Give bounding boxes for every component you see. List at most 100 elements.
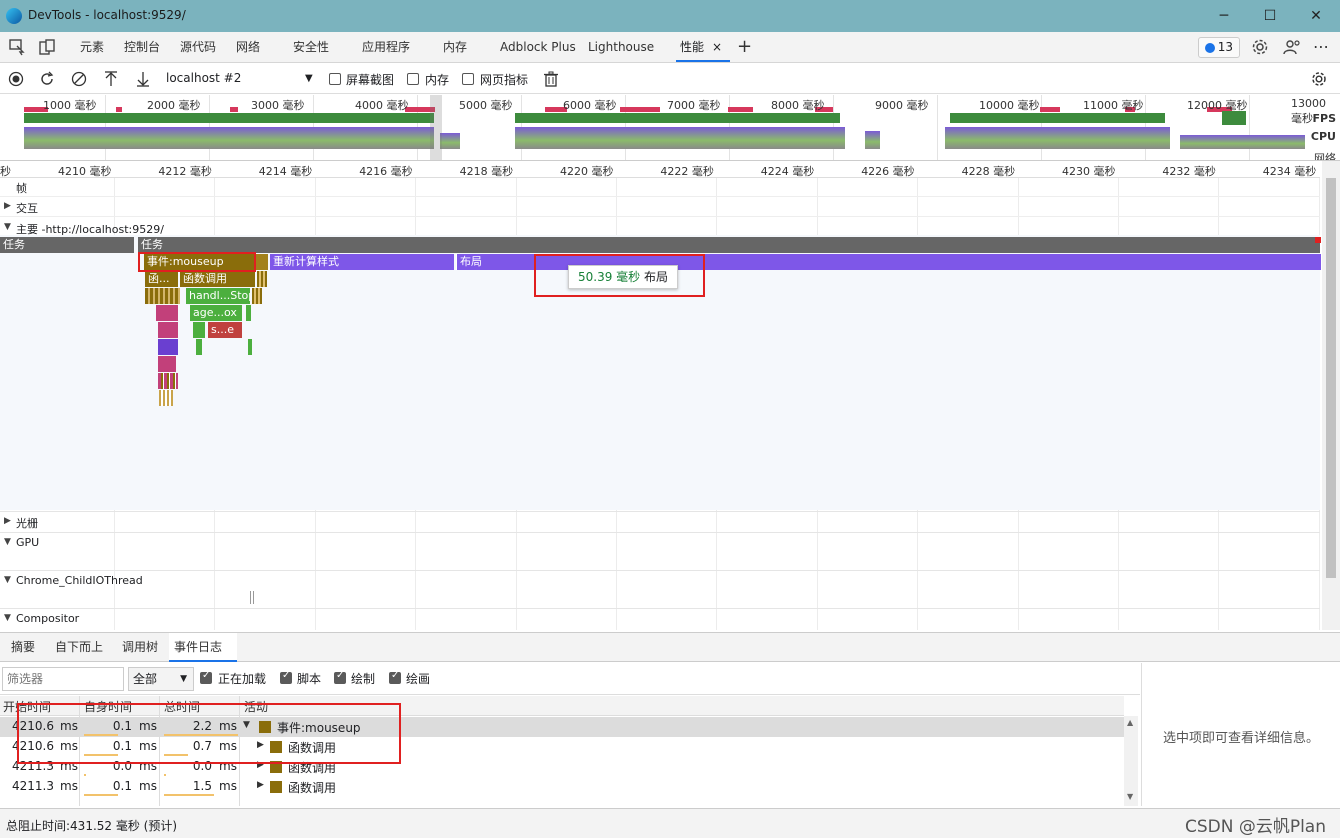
fps-track bbox=[515, 113, 840, 123]
inspect-element-icon[interactable] bbox=[8, 38, 26, 56]
scripting-checkbox[interactable] bbox=[280, 670, 292, 684]
task-block[interactable]: 任务 bbox=[0, 237, 134, 253]
function-call-block[interactable]: 函数调用 bbox=[180, 271, 255, 287]
filter-input[interactable] bbox=[2, 667, 124, 691]
device-toolbar-icon[interactable] bbox=[38, 38, 56, 56]
function-call-block[interactable]: 函... bbox=[145, 271, 178, 287]
self-time-bar bbox=[84, 774, 86, 776]
layout-sliver[interactable] bbox=[158, 339, 178, 355]
collapse-arrow-icon[interactable]: ▼ bbox=[4, 537, 11, 547]
tab-performance[interactable]: 性能 × bbox=[676, 32, 730, 62]
tab-security[interactable]: 安全性 bbox=[289, 32, 333, 62]
io-event-sliver[interactable] bbox=[250, 591, 251, 604]
painting-checkbox[interactable] bbox=[389, 670, 401, 684]
loading-checkbox[interactable] bbox=[200, 670, 212, 684]
table-row[interactable]: 4211.3 ms 0.1 ms 1.5 ms ▶ 函数调用 bbox=[0, 777, 1124, 797]
overview-tick: 4000 毫秒 bbox=[355, 99, 409, 112]
script-sliver[interactable] bbox=[193, 322, 205, 338]
gpu-track[interactable]: ▼ GPU bbox=[0, 532, 1320, 570]
tab-bottom-up[interactable]: 自下而上 bbox=[50, 633, 108, 662]
ruler-tick: 4212 毫秒 bbox=[158, 165, 212, 178]
expand-arrow-icon[interactable]: ▶ bbox=[4, 516, 11, 526]
scroll-down-icon[interactable]: ▼ bbox=[1127, 792, 1133, 801]
main-thread-track[interactable]: ▼ 主要 -http://localhost:9529/ bbox=[0, 218, 1320, 236]
settings-gear-icon[interactable] bbox=[1251, 38, 1269, 56]
script-block[interactable] bbox=[156, 305, 178, 321]
frames-track[interactable]: 帧 bbox=[0, 178, 1320, 197]
collapse-arrow-icon[interactable]: ▼ bbox=[4, 613, 11, 623]
scrollbar-thumb[interactable] bbox=[1326, 178, 1336, 578]
duration-filter-select[interactable]: 全部 ▼ bbox=[128, 667, 194, 691]
ruler-tick: 4216 毫秒 bbox=[359, 165, 413, 178]
tab-console[interactable]: 控制台 bbox=[120, 32, 164, 62]
compositor-track[interactable]: ▼ Compositor bbox=[0, 608, 1320, 630]
tab-summary[interactable]: 摘要 bbox=[6, 633, 40, 662]
raster-track[interactable]: ▶ 光栅 bbox=[0, 511, 1320, 531]
child-io-track[interactable]: ▼ Chrome_ChildIOThread bbox=[0, 570, 1320, 608]
memory-checkbox[interactable] bbox=[407, 73, 419, 85]
customize-user-icon[interactable] bbox=[1283, 38, 1301, 56]
interactions-track[interactable]: ▶ 交互 bbox=[0, 197, 1320, 217]
issues-badge[interactable]: 13 bbox=[1198, 37, 1240, 58]
overview-selection[interactable] bbox=[430, 95, 442, 160]
task-block[interactable]: 任务 bbox=[138, 237, 1320, 253]
function-call-sliver[interactable] bbox=[252, 288, 262, 304]
tab-network[interactable]: 网络 bbox=[232, 32, 264, 62]
fps-track bbox=[24, 113, 434, 123]
script-sliver[interactable] bbox=[159, 390, 173, 406]
recalc-style-block[interactable]: 重新计算样式 bbox=[270, 254, 454, 270]
handler-block[interactable]: handl...Stop bbox=[186, 288, 250, 304]
reload-icon[interactable] bbox=[39, 71, 55, 87]
tab-application[interactable]: 应用程序 bbox=[358, 32, 414, 62]
timeline-overview[interactable]: FPS CPU 网络 1000 毫秒 2000 毫秒 3000 毫秒 4000 毫秒 5… bbox=[0, 95, 1340, 161]
tab-elements[interactable]: 元素 bbox=[76, 32, 108, 62]
tab-close-icon[interactable]: × bbox=[712, 32, 722, 62]
screenshots-checkbox[interactable] bbox=[329, 73, 341, 85]
profile-select[interactable]: localhost #2 bbox=[166, 71, 241, 85]
script-sliver[interactable] bbox=[196, 339, 202, 355]
scroll-up-icon[interactable]: ▲ bbox=[1127, 718, 1133, 727]
flame-chart-scrollbar[interactable] bbox=[1322, 161, 1340, 630]
more-menu-icon[interactable]: ⋯ bbox=[1309, 32, 1333, 62]
collapse-arrow-icon[interactable]: ▼ bbox=[4, 222, 11, 232]
ruler-tick: 4230 毫秒 bbox=[1062, 165, 1116, 178]
add-tab-button[interactable]: + bbox=[733, 32, 756, 62]
trash-icon[interactable] bbox=[543, 71, 559, 87]
event-tail-block[interactable] bbox=[256, 254, 268, 270]
overview-tick: 1000 毫秒 bbox=[43, 99, 97, 112]
se-block[interactable]: s...e bbox=[208, 322, 242, 338]
script-sliver[interactable] bbox=[158, 373, 178, 389]
tab-call-tree[interactable]: 调用树 bbox=[117, 633, 163, 662]
maximize-button[interactable]: ☐ bbox=[1247, 4, 1293, 28]
overview-gridline bbox=[1249, 95, 1250, 160]
tab-event-log[interactable]: 事件日志 bbox=[169, 633, 237, 662]
script-sliver[interactable] bbox=[246, 305, 251, 321]
upload-profile-icon[interactable] bbox=[103, 71, 119, 87]
web-vitals-checkbox[interactable] bbox=[462, 73, 474, 85]
age-block[interactable]: age...ox bbox=[190, 305, 242, 321]
function-call-sliver[interactable] bbox=[145, 288, 180, 304]
close-button[interactable]: ✕ bbox=[1293, 4, 1339, 28]
expand-arrow-icon[interactable]: ▶ bbox=[4, 201, 11, 211]
function-call-sliver[interactable] bbox=[257, 271, 267, 287]
script-block[interactable] bbox=[158, 322, 178, 338]
tab-memory[interactable]: 内存 bbox=[439, 32, 471, 62]
web-vitals-label: 网页指标 bbox=[480, 73, 529, 87]
collapse-arrow-icon[interactable]: ▼ bbox=[4, 575, 11, 585]
expand-arrow-icon[interactable]: ▶ bbox=[257, 780, 264, 790]
record-icon[interactable] bbox=[8, 71, 24, 87]
download-profile-icon[interactable] bbox=[135, 71, 151, 87]
script-sliver[interactable] bbox=[248, 339, 252, 355]
tab-lighthouse[interactable]: Lighthouse bbox=[584, 32, 658, 62]
clear-icon[interactable] bbox=[71, 71, 87, 87]
io-event-sliver[interactable] bbox=[253, 591, 254, 604]
capture-settings-gear-icon[interactable] bbox=[1311, 71, 1327, 87]
rendering-checkbox[interactable] bbox=[334, 670, 346, 684]
profile-select-arrow-icon[interactable]: ▼ bbox=[305, 73, 313, 84]
tab-adblock-plus[interactable]: Adblock Plus bbox=[496, 32, 580, 62]
script-block[interactable] bbox=[158, 356, 176, 372]
minimize-button[interactable]: ─ bbox=[1201, 4, 1247, 28]
tab-sources[interactable]: 源代码 bbox=[176, 32, 220, 62]
overview-tick: 2000 毫秒 bbox=[147, 99, 201, 112]
event-log-scrollbar[interactable]: ▲ ▼ bbox=[1124, 716, 1138, 806]
